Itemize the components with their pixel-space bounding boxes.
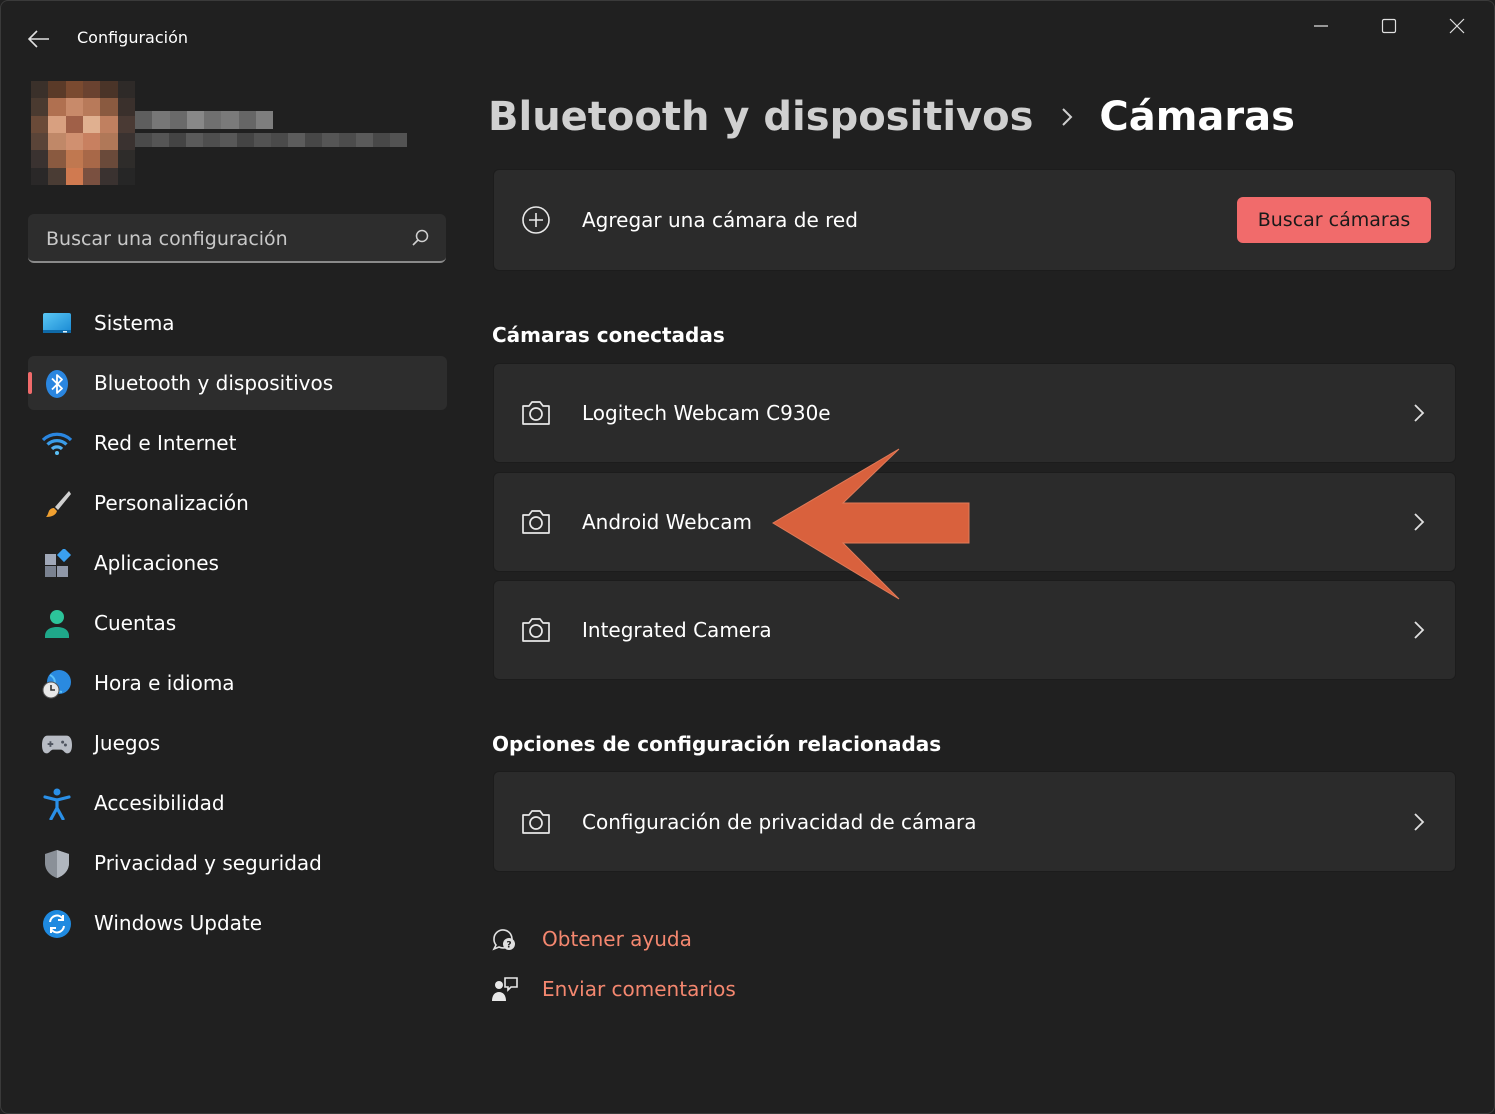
sidebar-item-label: Aplicaciones <box>94 551 219 575</box>
page-title: Cámaras <box>1099 94 1295 140</box>
close-button[interactable] <box>1423 9 1491 43</box>
settings-window: Configuración Buscar una configuración S… <box>0 0 1495 1114</box>
sidebar-item-label: Sistema <box>94 311 175 335</box>
refresh-icon <box>42 909 72 939</box>
add-network-camera-card: Agregar una cámara de red Buscar cámaras <box>493 169 1456 271</box>
sidebar-item-label: Windows Update <box>94 911 263 935</box>
related-setting-label: Configuración de privacidad de cámara <box>582 809 977 834</box>
sidebar-item-personalizacion[interactable]: Personalización <box>28 476 447 530</box>
chevron-right-icon <box>1409 810 1429 834</box>
camera-row-android[interactable]: Android Webcam <box>493 472 1456 572</box>
sidebar-item-aplicaciones[interactable]: Aplicaciones <box>28 536 447 590</box>
wifi-icon <box>42 429 72 459</box>
minimize-button[interactable] <box>1287 9 1355 43</box>
sidebar-item-label: Hora e idioma <box>94 671 235 695</box>
shield-icon <box>42 849 72 879</box>
camera-name: Logitech Webcam C930e <box>582 401 831 425</box>
breadcrumb-parent[interactable]: Bluetooth y dispositivos <box>488 94 1033 140</box>
user-profile[interactable] <box>15 81 435 186</box>
sidebar-item-windows-update[interactable]: Windows Update <box>28 896 447 950</box>
gamepad-icon <box>42 729 72 759</box>
back-arrow-icon <box>28 30 49 48</box>
sidebar-item-label: Cuentas <box>94 611 177 635</box>
camera-icon <box>520 397 552 429</box>
apps-icon <box>42 549 72 579</box>
sidebar-item-label: Personalización <box>94 491 249 515</box>
breadcrumb: Bluetooth y dispositivos Cámaras <box>488 89 1295 145</box>
help-icon: ? <box>490 924 520 954</box>
maximize-button[interactable] <box>1355 9 1423 43</box>
chevron-right-icon <box>1409 510 1429 534</box>
camera-row-logitech[interactable]: Logitech Webcam C930e <box>493 363 1456 463</box>
accessibility-icon <box>42 788 72 820</box>
monitor-icon <box>42 309 72 339</box>
camera-row-integrated[interactable]: Integrated Camera <box>493 580 1456 680</box>
chevron-right-icon <box>1409 618 1429 642</box>
globe-clock-icon <box>42 669 72 699</box>
search-cameras-button[interactable]: Buscar cámaras <box>1237 197 1431 243</box>
title-bar: Configuración <box>1 1 1494 77</box>
get-help-text[interactable]: Obtener ayuda <box>542 927 692 951</box>
add-camera-label: Agregar una cámara de red <box>582 208 858 232</box>
sidebar-item-label: Privacidad y seguridad <box>94 851 322 875</box>
search-box <box>28 214 446 263</box>
close-icon <box>1449 18 1465 34</box>
search-input[interactable] <box>44 214 398 263</box>
camera-icon <box>520 506 552 538</box>
sidebar-item-red[interactable]: Red e Internet <box>28 416 447 470</box>
camera-name: Android Webcam <box>582 510 753 534</box>
camera-privacy-row[interactable]: Configuración de privacidad de cámara <box>493 771 1456 872</box>
sidebar-item-cuentas[interactable]: Cuentas <box>28 596 447 650</box>
app-title: Configuración <box>77 28 189 47</box>
sidebar-item-bluetooth[interactable]: Bluetooth y dispositivos <box>28 356 447 410</box>
sidebar-nav: Sistema Bluetooth y dispositivos Red e I… <box>28 296 447 956</box>
minimize-icon <box>1314 25 1328 27</box>
sidebar-item-label: Bluetooth y dispositivos <box>94 371 334 395</box>
sidebar-item-accesibilidad[interactable]: Accesibilidad <box>28 776 447 830</box>
back-button[interactable] <box>21 23 57 55</box>
add-circle-icon <box>520 204 552 236</box>
bluetooth-icon <box>42 369 72 399</box>
get-help-link[interactable]: ? Obtener ayuda <box>490 922 692 956</box>
chevron-right-icon <box>1409 401 1429 425</box>
related-settings-heading: Opciones de configuración relacionadas <box>492 732 942 756</box>
user-name-blurred <box>135 111 273 129</box>
chevron-right-icon <box>1061 107 1073 127</box>
sidebar-item-label: Accesibilidad <box>94 791 225 815</box>
search-icon[interactable] <box>412 229 430 247</box>
avatar <box>31 81 135 185</box>
annotation-arrow-icon <box>772 448 970 600</box>
sidebar-item-hora[interactable]: Hora e idioma <box>28 656 447 710</box>
sidebar-item-label: Juegos <box>94 731 161 755</box>
sidebar-item-sistema[interactable]: Sistema <box>28 296 447 350</box>
send-feedback-link[interactable]: Enviar comentarios <box>490 972 736 1006</box>
sidebar-item-juegos[interactable]: Juegos <box>28 716 447 770</box>
person-icon <box>42 609 72 639</box>
sidebar-item-privacidad[interactable]: Privacidad y seguridad <box>28 836 447 890</box>
maximize-icon <box>1381 18 1397 34</box>
connected-cameras-heading: Cámaras conectadas <box>492 323 725 347</box>
svg-text:?: ? <box>506 941 511 951</box>
camera-icon <box>520 614 552 646</box>
user-email-blurred <box>135 133 407 147</box>
camera-name: Integrated Camera <box>582 618 772 642</box>
sidebar-item-label: Red e Internet <box>94 431 237 455</box>
send-feedback-text[interactable]: Enviar comentarios <box>542 977 736 1001</box>
feedback-icon <box>490 974 520 1004</box>
paintbrush-icon <box>42 489 72 519</box>
camera-icon <box>520 806 552 838</box>
